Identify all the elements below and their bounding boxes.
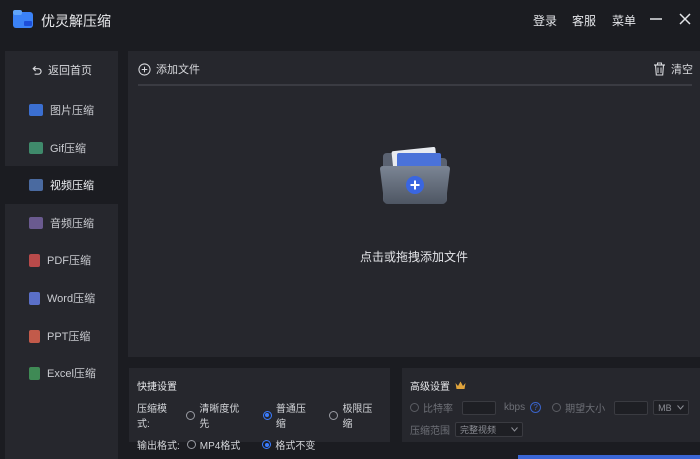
- word-icon: [29, 291, 40, 305]
- quick-settings-panel: 快捷设置 压缩模式: 清晰度优先 普通压缩 极限压缩 输出格式: MP4格式 格…: [129, 368, 390, 452]
- format-option-keep[interactable]: 格式不变: [262, 437, 315, 452]
- bitrate-unit: kbps: [504, 402, 526, 413]
- file-area: 添加文件 清空 点击或拖拽添加文件: [128, 51, 700, 357]
- crown-icon: [455, 381, 466, 389]
- back-arrow-icon: [32, 65, 42, 75]
- start-button-edge[interactable]: [518, 455, 700, 459]
- help-icon[interactable]: ?: [530, 402, 542, 413]
- format-option-label: 格式不变: [275, 441, 316, 452]
- sidebar-item-label: Word压缩: [47, 293, 96, 305]
- app-logo-icon: [13, 10, 33, 28]
- radio-icon: [186, 410, 196, 420]
- sidebar-item-pdf[interactable]: PDF压缩: [5, 241, 118, 279]
- output-format-label: 输出格式:: [137, 441, 180, 452]
- size-unit-value: MB: [658, 402, 672, 413]
- compress-range-select[interactable]: 完整视频: [455, 422, 523, 437]
- trash-icon: [654, 62, 665, 76]
- close-icon[interactable]: [677, 11, 693, 27]
- expected-size-label: 期望大小: [565, 404, 606, 415]
- gif-icon: [29, 142, 43, 154]
- format-option-mp4[interactable]: MP4格式: [186, 437, 241, 452]
- excel-icon: [29, 366, 40, 380]
- login-button[interactable]: 登录: [533, 12, 557, 29]
- sidebar-item-ppt[interactable]: PPT压缩: [5, 317, 118, 355]
- expected-size-option[interactable]: 期望大小: [552, 400, 605, 415]
- sidebar-item-label: 音频压缩: [50, 218, 94, 230]
- add-file-button[interactable]: 添加文件: [138, 61, 200, 77]
- audio-icon: [29, 217, 43, 229]
- quick-settings-title: 快捷设置: [137, 382, 177, 393]
- mode-option-label: 普通压缩: [275, 404, 306, 430]
- sidebar-item-video[interactable]: 视频压缩: [5, 166, 118, 204]
- sidebar-item-image[interactable]: 图片压缩: [5, 91, 118, 129]
- bitrate-option[interactable]: 比特率: [410, 400, 453, 415]
- advanced-settings-panel: 高级设置 比特率 kbps ? 期望大小 MB 压缩范围 完整视频: [402, 368, 700, 442]
- radio-icon: [186, 440, 196, 449]
- folder-add-icon: [380, 147, 450, 204]
- drop-label: 点击或拖拽添加文件: [359, 250, 468, 264]
- mode-option-normal[interactable]: 普通压缩: [262, 400, 316, 430]
- sidebar-item-audio[interactable]: 音频压缩: [5, 204, 118, 242]
- title-bar: 优灵解压缩 登录 客服 菜单: [0, 0, 700, 40]
- ppt-icon: [29, 329, 40, 343]
- sidebar-item-excel[interactable]: Excel压缩: [5, 354, 118, 392]
- image-icon: [29, 104, 43, 116]
- mode-option-label: 极限压缩: [342, 404, 373, 430]
- sidebar-item-gif[interactable]: Gif压缩: [5, 129, 118, 167]
- sidebar-item-word[interactable]: Word压缩: [5, 279, 118, 317]
- compress-range-value: 完整视频: [460, 425, 497, 435]
- sidebar-item-label: PPT压缩: [47, 331, 91, 343]
- mode-option-extreme[interactable]: 极限压缩: [329, 400, 382, 430]
- radio-icon: [410, 403, 419, 412]
- clear-button[interactable]: 清空: [653, 61, 693, 77]
- radio-selected-icon: [262, 410, 272, 420]
- compress-range-label: 压缩范围: [410, 426, 450, 437]
- sidebar-item-label: 视频压缩: [50, 180, 94, 192]
- sidebar-item-label: PDF压缩: [47, 255, 91, 267]
- advanced-settings-title: 高级设置: [410, 382, 450, 393]
- expected-size-input[interactable]: [614, 400, 649, 415]
- sidebar: 返回首页 图片压缩 Gif压缩 视频压缩 音频压缩 PDF压缩 Word压缩 P…: [5, 51, 118, 459]
- format-option-label: MP4格式: [199, 441, 241, 452]
- radio-icon: [552, 403, 562, 412]
- chevron-down-icon: [677, 405, 685, 410]
- bitrate-label: 比特率: [423, 404, 453, 415]
- add-circle-icon: [138, 62, 151, 76]
- radio-icon: [329, 410, 339, 420]
- size-unit-select[interactable]: MB: [653, 400, 690, 415]
- toolbar-divider: [138, 84, 692, 86]
- mode-option-clarity[interactable]: 清晰度优先: [186, 400, 248, 430]
- app-title: 优灵解压缩: [41, 13, 111, 29]
- bitrate-input[interactable]: [462, 400, 496, 415]
- compress-mode-label: 压缩模式:: [137, 404, 167, 430]
- pdf-icon: [29, 253, 40, 267]
- drop-zone[interactable]: 点击或拖拽添加文件: [128, 87, 700, 357]
- mode-option-label: 清晰度优先: [199, 404, 240, 430]
- menu-button[interactable]: 菜单: [612, 12, 636, 29]
- sidebar-item-label: Gif压缩: [50, 143, 87, 155]
- sidebar-item-label: 图片压缩: [50, 105, 94, 117]
- back-home-button[interactable]: 返回首页: [5, 51, 118, 89]
- clear-label: 清空: [671, 64, 693, 76]
- sidebar-item-label: Excel压缩: [47, 368, 96, 380]
- minimize-icon[interactable]: [648, 11, 664, 27]
- customer-service-button[interactable]: 客服: [572, 12, 596, 29]
- video-icon: [29, 179, 43, 191]
- chevron-down-icon: [511, 427, 518, 432]
- back-home-label: 返回首页: [48, 65, 92, 77]
- radio-selected-icon: [262, 440, 272, 449]
- add-file-label: 添加文件: [156, 64, 200, 76]
